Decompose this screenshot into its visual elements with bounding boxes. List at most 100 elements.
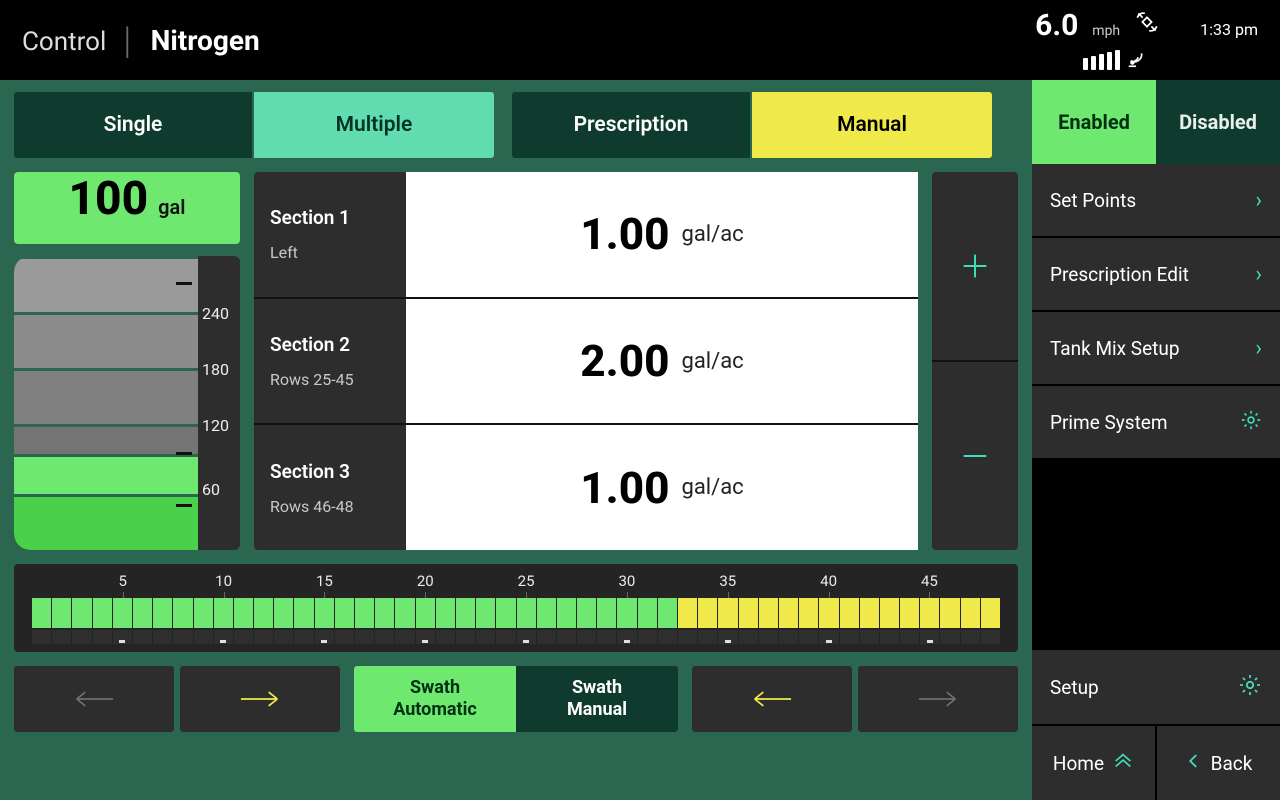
disabled-button[interactable]: Disabled	[1156, 80, 1280, 164]
row-segment-thin	[638, 630, 657, 644]
row-segment[interactable]	[436, 598, 455, 628]
section-shift-right-button[interactable]	[180, 666, 340, 732]
row-segment[interactable]	[173, 598, 192, 628]
row-segment[interactable]	[638, 598, 657, 628]
tab-prescription[interactable]: Prescription	[512, 92, 752, 158]
row-segment-thin	[537, 630, 556, 644]
row-segment[interactable]	[718, 598, 737, 628]
row-segment[interactable]	[597, 598, 616, 628]
swath-manual-button[interactable]: Swath Manual	[516, 666, 678, 732]
row-shift-left-button[interactable]	[692, 666, 852, 732]
side-item-set-points[interactable]: Set Points ›	[1032, 164, 1280, 238]
row-segment-thin	[214, 630, 233, 644]
row-segment[interactable]	[739, 598, 758, 628]
row-segment-thin	[840, 630, 859, 644]
section-2-unit: gal/ac	[681, 349, 743, 374]
back-button[interactable]: Back	[1157, 726, 1280, 800]
row-segment[interactable]	[153, 598, 172, 628]
row-segment-thin	[557, 630, 576, 644]
rate-decrease-button[interactable]	[932, 362, 1018, 550]
row-segment-thin	[32, 630, 51, 644]
section-3-name: Section 3	[270, 460, 390, 483]
tab-multiple[interactable]: Multiple	[254, 92, 494, 158]
swath-manual-l1: Swath	[572, 677, 622, 699]
section-2-rate: 2.00	[580, 335, 669, 387]
row-segment[interactable]	[375, 598, 394, 628]
tank-quantity-unit: gal	[158, 195, 185, 219]
row-segment[interactable]	[940, 598, 959, 628]
tab-manual[interactable]: Manual	[752, 92, 992, 158]
row-segment-thin	[496, 630, 515, 644]
row-segment-thin	[234, 630, 253, 644]
swath-automatic-button[interactable]: Swath Automatic	[354, 666, 516, 732]
row-segment[interactable]	[517, 598, 536, 628]
row-segment[interactable]	[416, 598, 435, 628]
row-segment[interactable]	[840, 598, 859, 628]
row-segment[interactable]	[577, 598, 596, 628]
row-segment-thin	[920, 630, 939, 644]
row-segment[interactable]	[214, 598, 233, 628]
row-segment-thin	[113, 630, 132, 644]
row-shift-right-button[interactable]	[858, 666, 1018, 732]
row-segment[interactable]	[961, 598, 980, 628]
row-segment[interactable]	[294, 598, 313, 628]
row-segment[interactable]	[617, 598, 636, 628]
home-button[interactable]: Home	[1032, 726, 1157, 800]
row-segment[interactable]	[315, 598, 334, 628]
side-item-prime-system[interactable]: Prime System	[1032, 386, 1280, 460]
row-segment[interactable]	[133, 598, 152, 628]
row-segment[interactable]	[496, 598, 515, 628]
row-segment[interactable]	[194, 598, 213, 628]
row-segment[interactable]	[698, 598, 717, 628]
row-segment[interactable]	[52, 598, 71, 628]
section-2-sub: Rows 25-45	[270, 370, 390, 389]
row-segment[interactable]	[234, 598, 253, 628]
row-segment[interactable]	[93, 598, 112, 628]
row-segment[interactable]	[900, 598, 919, 628]
row-segment[interactable]	[456, 598, 475, 628]
row-segment[interactable]	[779, 598, 798, 628]
chevron-right-icon: ›	[1255, 262, 1262, 287]
section-row-2[interactable]: Section 2 Rows 25-45 2.00 gal/ac	[254, 299, 918, 426]
setup-button[interactable]: Setup	[1032, 650, 1280, 724]
row-segment-thin	[133, 630, 152, 644]
row-segment-thin	[173, 630, 192, 644]
tank-quantity[interactable]: 100 gal	[14, 172, 240, 244]
side-item-prescription-edit[interactable]: Prescription Edit ›	[1032, 238, 1280, 312]
side-item-tank-mix-setup[interactable]: Tank Mix Setup ›	[1032, 312, 1280, 386]
row-segment[interactable]	[395, 598, 414, 628]
section-row-3[interactable]: Section 3 Rows 46-48 1.00 gal/ac	[254, 425, 918, 550]
swath-manual-l2: Manual	[567, 699, 627, 721]
section-shift-left-button[interactable]	[14, 666, 174, 732]
row-segment[interactable]	[557, 598, 576, 628]
rate-increase-button[interactable]	[932, 172, 1018, 362]
row-segment[interactable]	[920, 598, 939, 628]
row-segment[interactable]	[476, 598, 495, 628]
row-segment[interactable]	[678, 598, 697, 628]
row-segment[interactable]	[880, 598, 899, 628]
row-segment[interactable]	[335, 598, 354, 628]
section-1-sub: Left	[270, 243, 390, 262]
row-segment-thin	[395, 630, 414, 644]
row-segment-thin	[658, 630, 677, 644]
section-row-1[interactable]: Section 1 Left 1.00 gal/ac	[254, 172, 918, 299]
row-segment[interactable]	[759, 598, 778, 628]
row-segment[interactable]	[819, 598, 838, 628]
row-segment[interactable]	[355, 598, 374, 628]
row-segment[interactable]	[254, 598, 273, 628]
row-segment[interactable]	[799, 598, 818, 628]
row-segment[interactable]	[274, 598, 293, 628]
enabled-button[interactable]: Enabled	[1032, 80, 1156, 164]
row-segment[interactable]	[981, 598, 1000, 628]
row-segment[interactable]	[72, 598, 91, 628]
tab-single[interactable]: Single	[14, 92, 254, 158]
rows-scale-tick: 45	[921, 572, 938, 590]
section-1-name: Section 1	[270, 206, 390, 229]
row-segment[interactable]	[113, 598, 132, 628]
side-item-label: Prime System	[1050, 411, 1168, 434]
row-segment[interactable]	[32, 598, 51, 628]
row-segment[interactable]	[537, 598, 556, 628]
row-segment[interactable]	[860, 598, 879, 628]
row-segment-thin	[416, 630, 435, 644]
row-segment[interactable]	[658, 598, 677, 628]
